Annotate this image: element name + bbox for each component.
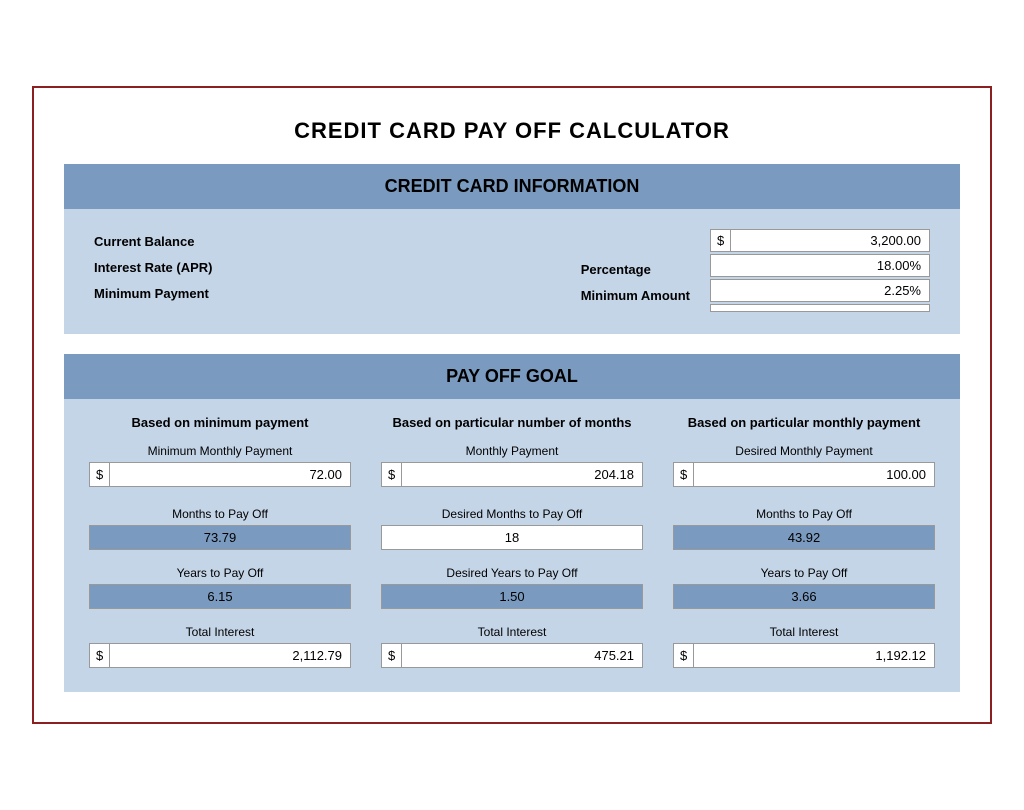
col1-field2-value: 73.79 bbox=[89, 525, 351, 550]
credit-info-header: CREDIT CARD INFORMATION bbox=[64, 164, 960, 209]
col1-field3-label: Years to Pay Off bbox=[89, 566, 351, 580]
min-amount-value bbox=[710, 304, 930, 312]
percentage-label: Percentage bbox=[581, 257, 690, 283]
col2-header: Based on particular number of months bbox=[381, 414, 643, 432]
col3-field3-value: 3.66 bbox=[673, 584, 935, 609]
col1-field4-input: $ 2,112.79 bbox=[89, 643, 351, 668]
col3-field4-symbol: $ bbox=[674, 644, 694, 667]
col1-field1-label: Minimum Monthly Payment bbox=[89, 444, 351, 458]
interest-label: Interest Rate (APR) bbox=[94, 255, 561, 281]
col3-field1-symbol: $ bbox=[674, 463, 694, 486]
col1-field1-symbol: $ bbox=[90, 463, 110, 486]
col2-field1-value: 204.18 bbox=[402, 463, 642, 486]
col3-field1-label: Desired Monthly Payment bbox=[673, 444, 935, 458]
col2-field4-input: $ 475.21 bbox=[381, 643, 643, 668]
interest-rate-value: 18.00% bbox=[710, 254, 930, 277]
credit-info-grid: Current Balance Interest Rate (APR) Mini… bbox=[94, 229, 930, 314]
col3-field3-label: Years to Pay Off bbox=[673, 566, 935, 580]
credit-info-middle: Percentage Minimum Amount bbox=[581, 229, 690, 309]
col2-field3-label: Desired Years to Pay Off bbox=[381, 566, 643, 580]
balance-amount: 3,200.00 bbox=[731, 230, 929, 251]
col2-field4-label: Total Interest bbox=[381, 625, 643, 639]
col3-field1-input: $ 100.00 bbox=[673, 462, 935, 487]
payoff-col-1: Based on minimum payment Minimum Monthly… bbox=[74, 414, 366, 672]
payoff-section: Based on minimum payment Minimum Monthly… bbox=[64, 399, 960, 692]
col2-field1-input: $ 204.18 bbox=[381, 462, 643, 487]
col2-field2-value: 18 bbox=[381, 525, 643, 550]
calculator-wrapper: CREDIT CARD PAY OFF CALCULATOR CREDIT CA… bbox=[32, 86, 992, 724]
credit-info-section: Current Balance Interest Rate (APR) Mini… bbox=[64, 209, 960, 334]
col1-field3-value: 6.15 bbox=[89, 584, 351, 609]
col3-field4-label: Total Interest bbox=[673, 625, 935, 639]
col1-header: Based on minimum payment bbox=[89, 414, 351, 432]
col2-field1-label: Monthly Payment bbox=[381, 444, 643, 458]
col1-field4-label: Total Interest bbox=[89, 625, 351, 639]
col1-field2-label: Months to Pay Off bbox=[89, 507, 351, 521]
payoff-col-3: Based on particular monthly payment Desi… bbox=[658, 414, 950, 672]
col3-field4-value: 1,192.12 bbox=[694, 644, 934, 667]
payoff-goal-header: PAY OFF GOAL bbox=[64, 354, 960, 399]
payoff-col-2: Based on particular number of months Mon… bbox=[366, 414, 658, 672]
min-amount-label: Minimum Amount bbox=[581, 283, 690, 309]
credit-info-values: $ 3,200.00 18.00% 2.25% bbox=[710, 229, 930, 314]
balance-label: Current Balance bbox=[94, 229, 561, 255]
col3-field2-value: 43.92 bbox=[673, 525, 935, 550]
col1-field1-input: $ 72.00 bbox=[89, 462, 351, 487]
payoff-columns: Based on minimum payment Minimum Monthly… bbox=[64, 399, 960, 692]
balance-value-cell: $ 3,200.00 bbox=[710, 229, 930, 252]
col2-field3-value: 1.50 bbox=[381, 584, 643, 609]
col3-header: Based on particular monthly payment bbox=[673, 414, 935, 432]
main-title: CREDIT CARD PAY OFF CALCULATOR bbox=[64, 108, 960, 164]
col3-field4-input: $ 1,192.12 bbox=[673, 643, 935, 668]
col3-field2-label: Months to Pay Off bbox=[673, 507, 935, 521]
col1-field4-symbol: $ bbox=[90, 644, 110, 667]
col2-field1-symbol: $ bbox=[382, 463, 402, 486]
col1-field4-value: 2,112.79 bbox=[110, 644, 350, 667]
balance-currency: $ bbox=[711, 230, 731, 251]
col2-field2-label: Desired Months to Pay Off bbox=[381, 507, 643, 521]
col3-field1-value: 100.00 bbox=[694, 463, 934, 486]
col1-field1-value: 72.00 bbox=[110, 463, 350, 486]
min-payment-label: Minimum Payment bbox=[94, 281, 561, 307]
percentage-value: 2.25% bbox=[710, 279, 930, 302]
col2-field4-symbol: $ bbox=[382, 644, 402, 667]
credit-info-labels: Current Balance Interest Rate (APR) Mini… bbox=[94, 229, 561, 307]
col2-field4-value: 475.21 bbox=[402, 644, 642, 667]
